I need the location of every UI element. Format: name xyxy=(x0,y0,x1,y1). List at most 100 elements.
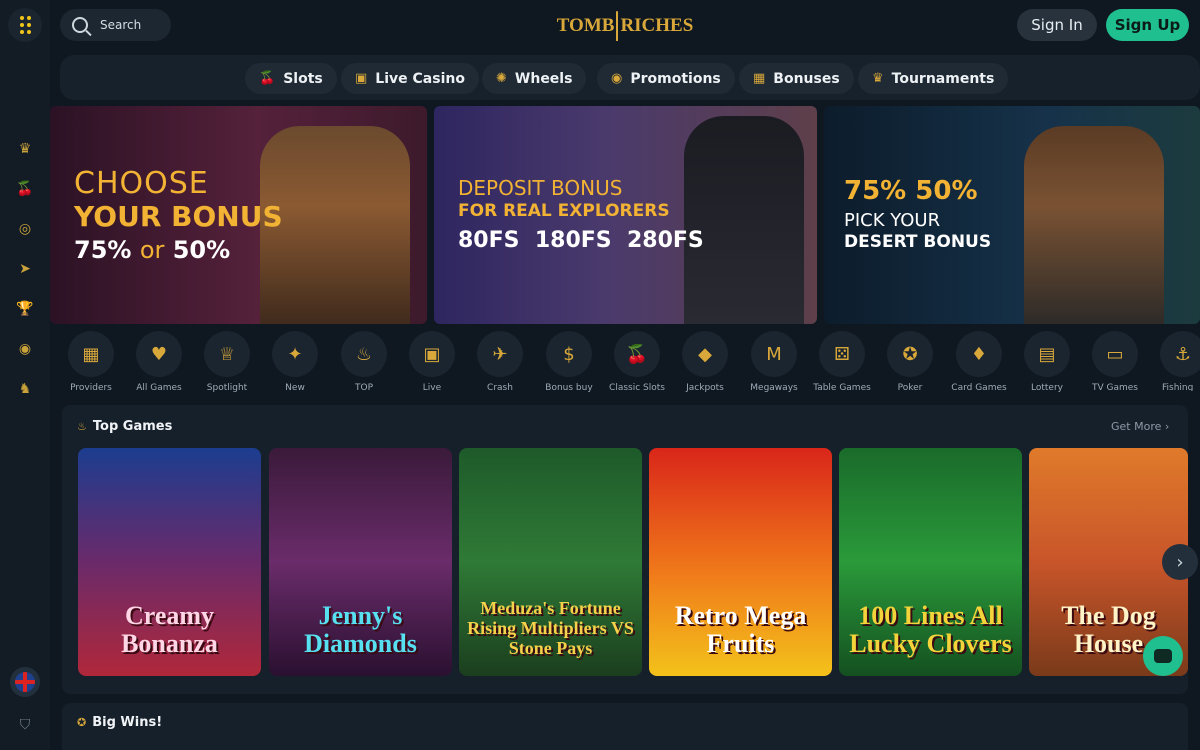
carousel-next-button[interactable]: › xyxy=(1162,544,1198,580)
category-fishing[interactable]: ⚓ Fishing xyxy=(1151,331,1200,391)
game-tile-jennys-diamonds[interactable]: Jenny's Diamonds xyxy=(269,448,452,676)
category-classic-slots[interactable]: 🍒 Classic Slots xyxy=(605,331,669,393)
logo-text-right: RICHES xyxy=(620,15,694,36)
nav-label: Tournaments xyxy=(891,70,995,87)
get-more-link[interactable]: Get More › xyxy=(1111,420,1169,433)
wheel-icon: ✺ xyxy=(496,71,507,86)
category-label: Table Games xyxy=(813,383,871,393)
grid-icon xyxy=(19,16,31,34)
category-spotlight[interactable]: ♕ Spotlight xyxy=(195,331,259,393)
game-tile-meduzas-fortune[interactable]: Meduza's Fortune Rising Multipliers VS S… xyxy=(459,448,642,676)
banner1-line3: 75% or 50% xyxy=(74,236,231,264)
shield-icon[interactable]: ⛉ xyxy=(10,710,40,740)
category-label: Crash xyxy=(487,383,513,393)
plane-icon: ✈ xyxy=(477,331,523,377)
category-crash[interactable]: ✈ Crash xyxy=(468,331,532,393)
game-tile-creamy-bonanza[interactable]: Creamy Bonanza xyxy=(78,448,261,676)
chat-icon xyxy=(1154,649,1172,663)
nav-label: Bonuses xyxy=(773,70,840,87)
category-all-games[interactable]: ♥ All Games xyxy=(127,331,191,393)
rail-wheels-icon[interactable]: ◎ xyxy=(10,214,40,244)
category-card-games[interactable]: ♦ Card Games xyxy=(947,331,1011,393)
uk-flag-icon xyxy=(15,672,35,692)
category-label: New xyxy=(285,383,305,393)
rail-trophy-icon[interactable]: 🏆 xyxy=(10,294,40,324)
nav-label: Promotions xyxy=(630,70,721,87)
poker-chip-icon: ✪ xyxy=(887,331,933,377)
game-tile-retro-mega-fruits[interactable]: Retro Mega Fruits xyxy=(649,448,832,676)
chevron-right-icon: › xyxy=(1176,551,1184,573)
banner-desert-bonus[interactable]: 75% 50% PICK YOUR DESERT BONUS xyxy=(824,106,1200,324)
flame-icon: ♨ xyxy=(77,420,87,433)
category-live[interactable]: ▣ Live xyxy=(400,331,464,393)
category-label: Lottery xyxy=(1031,383,1063,393)
rail-vip-icon[interactable]: ♞ xyxy=(10,374,40,404)
category-poker[interactable]: ✪ Poker xyxy=(878,331,942,393)
banner2-fs-values: 80FS 180FS 280FS xyxy=(458,228,704,253)
banner1-line2: YOUR BONUS xyxy=(74,200,283,233)
banner3-line3: DESERT BONUS xyxy=(844,232,992,252)
logo[interactable]: TOMB RICHES xyxy=(557,6,693,46)
nav-label: Live Casino xyxy=(375,70,465,87)
cards-icon: ♦ xyxy=(956,331,1002,377)
category-new[interactable]: ✦ New xyxy=(263,331,327,393)
category-label: Jackpots xyxy=(686,383,724,393)
category-jackpots[interactable]: ◆ Jackpots xyxy=(673,331,737,393)
rail-crash-icon[interactable]: ➤ xyxy=(10,254,40,284)
money-bag-icon: $ xyxy=(546,331,592,377)
logo-text-left: TOMB xyxy=(556,15,615,36)
diamond-icon: ◆ xyxy=(682,331,728,377)
cat-logo-icon xyxy=(616,11,619,41)
top-games-heading: ♨ Top Games xyxy=(77,419,172,434)
live-chat-button[interactable] xyxy=(1143,636,1183,676)
category-top[interactable]: ♨ TOP xyxy=(332,331,396,393)
nav-label: Slots xyxy=(283,70,323,87)
nav-wheels[interactable]: ✺ Wheels xyxy=(482,63,587,94)
providers-icon: ▦ xyxy=(68,331,114,377)
language-button[interactable] xyxy=(10,667,40,697)
rail-promotions-icon[interactable]: ◉ xyxy=(10,334,40,364)
category-megaways[interactable]: M Megaways xyxy=(742,331,806,393)
category-bonus-buy[interactable]: $ Bonus buy xyxy=(537,331,601,393)
spotlight-icon: ♕ xyxy=(204,331,250,377)
banner2-line2: FOR REAL EXPLORERS xyxy=(458,201,670,221)
banner1-line1: CHOOSE xyxy=(74,166,209,201)
all-games-icon: ♥ xyxy=(136,331,182,377)
rail-slots-icon[interactable]: 🍒 xyxy=(10,174,40,204)
nav-label: Wheels xyxy=(514,70,573,87)
cherry-icon: 🍒 xyxy=(259,71,276,86)
category-tv-games[interactable]: ▭ TV Games xyxy=(1083,331,1147,393)
game-tile-all-lucky-clovers[interactable]: 100 Lines All Lucky Clovers xyxy=(839,448,1022,676)
cherry-icon: 🍒 xyxy=(614,331,660,377)
nav-slots[interactable]: 🍒 Slots xyxy=(245,63,337,94)
nav-bonuses[interactable]: ▦ Bonuses xyxy=(739,63,854,94)
sign-in-button[interactable]: Sign In xyxy=(1017,9,1097,41)
banner-deposit-bonus[interactable]: DEPOSIT BONUS FOR REAL EXPLORERS 80FS 18… xyxy=(434,106,817,324)
nav-live-casino[interactable]: ▣ Live Casino xyxy=(341,63,479,94)
search-button[interactable]: Search xyxy=(60,9,171,41)
left-rail: ♛ 🍒 ◎ ➤ 🏆 ◉ ♞ ⛉ xyxy=(0,0,50,750)
category-providers[interactable]: ▦ Providers xyxy=(59,331,123,393)
dice-icon: ⚄ xyxy=(819,331,865,377)
category-table-games[interactable]: ⚄ Table Games xyxy=(810,331,874,393)
fire-icon: ♨ xyxy=(341,331,387,377)
fishing-hook-icon: ⚓ xyxy=(1160,331,1200,377)
rail-tournaments-icon[interactable]: ♛ xyxy=(10,134,40,164)
chevron-right-icon: › xyxy=(1164,420,1170,433)
banner-choose-bonus[interactable]: CHOOSE YOUR BONUS 75% or 50% xyxy=(50,106,427,324)
nav-promotions[interactable]: ◉ Promotions xyxy=(597,63,735,94)
tv-icon: ▣ xyxy=(355,71,368,86)
category-label: TOP xyxy=(354,383,373,393)
category-lottery[interactable]: ▤ Lottery xyxy=(1015,331,1079,393)
nav-tournaments[interactable]: ♛ Tournaments xyxy=(858,63,1009,94)
ticket-icon: ▤ xyxy=(1024,331,1070,377)
banner3-line1: 75% 50% xyxy=(844,176,978,206)
category-label: Fishing xyxy=(1162,383,1194,391)
tv-icon: ▣ xyxy=(409,331,455,377)
game-title: Jenny's Diamonds xyxy=(304,601,417,658)
top-games-title: Top Games xyxy=(92,419,173,434)
game-title: Meduza's Fortune Rising Multipliers VS S… xyxy=(467,598,634,658)
sign-up-button[interactable]: Sign Up xyxy=(1106,9,1189,41)
menu-grid-button[interactable] xyxy=(8,8,42,42)
category-label: Spotlight xyxy=(206,383,248,393)
